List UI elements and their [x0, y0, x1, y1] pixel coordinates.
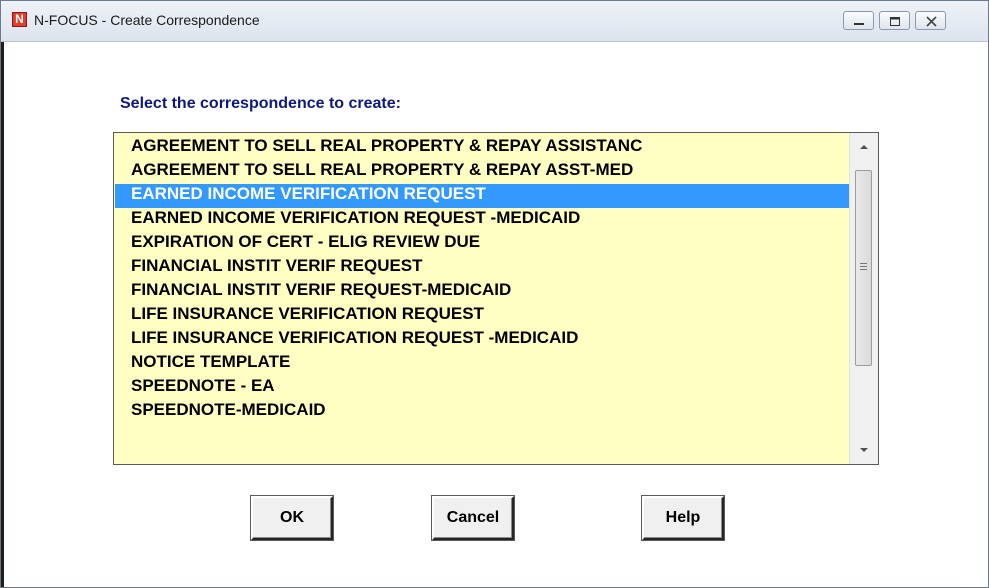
- correspondence-list: AGREEMENT TO SELL REAL PROPERTY & REPAY …: [115, 136, 851, 424]
- vertical-scrollbar[interactable]: [849, 133, 878, 464]
- correspondence-prompt: Select the correspondence to create:: [120, 95, 401, 112]
- window-title: N-FOCUS - Create Correspondence: [34, 12, 260, 28]
- list-item[interactable]: EARNED INCOME VERIFICATION REQUEST -MEDI…: [115, 208, 851, 232]
- scroll-grip-icon: [860, 263, 867, 270]
- window-left-border: [1, 42, 4, 587]
- list-item[interactable]: SPEEDNOTE-MEDICAID: [115, 400, 851, 424]
- scroll-up-button[interactable]: [850, 133, 878, 161]
- close-button[interactable]: [915, 11, 946, 30]
- list-item[interactable]: AGREEMENT TO SELL REAL PROPERTY & REPAY …: [115, 136, 851, 160]
- list-item[interactable]: FINANCIAL INSTIT VERIF REQUEST-MEDICAID: [115, 280, 851, 304]
- ok-button[interactable]: OK: [251, 496, 333, 540]
- scroll-down-button[interactable]: [850, 436, 878, 464]
- scroll-down-arrow-icon: [860, 448, 868, 452]
- dialog-window: N N-FOCUS - Create Correspondence Select…: [0, 0, 989, 588]
- list-item[interactable]: AGREEMENT TO SELL REAL PROPERTY & REPAY …: [115, 160, 851, 184]
- maximize-button[interactable]: [879, 11, 910, 30]
- minimize-icon: [854, 23, 864, 25]
- close-icon: [926, 16, 937, 27]
- list-item[interactable]: EARNED INCOME VERIFICATION REQUEST: [115, 184, 851, 208]
- list-item[interactable]: EXPIRATION OF CERT - ELIG REVIEW DUE: [115, 232, 851, 256]
- correspondence-listbox[interactable]: AGREEMENT TO SELL REAL PROPERTY & REPAY …: [113, 132, 879, 465]
- scroll-thumb[interactable]: [855, 170, 872, 366]
- list-item[interactable]: SPEEDNOTE - EA: [115, 376, 851, 400]
- list-item[interactable]: NOTICE TEMPLATE: [115, 352, 851, 376]
- help-button[interactable]: Help: [642, 496, 724, 540]
- list-item[interactable]: LIFE INSURANCE VERIFICATION REQUEST -MED…: [115, 328, 851, 352]
- scroll-up-arrow-icon: [860, 145, 868, 149]
- minimize-button[interactable]: [843, 11, 874, 30]
- restore-icon: [890, 17, 900, 26]
- list-item[interactable]: LIFE INSURANCE VERIFICATION REQUEST: [115, 304, 851, 328]
- nfocus-app-icon: N: [12, 12, 27, 27]
- title-bar[interactable]: N N-FOCUS - Create Correspondence: [1, 1, 988, 42]
- cancel-button[interactable]: Cancel: [432, 496, 514, 540]
- list-item[interactable]: FINANCIAL INSTIT VERIF REQUEST: [115, 256, 851, 280]
